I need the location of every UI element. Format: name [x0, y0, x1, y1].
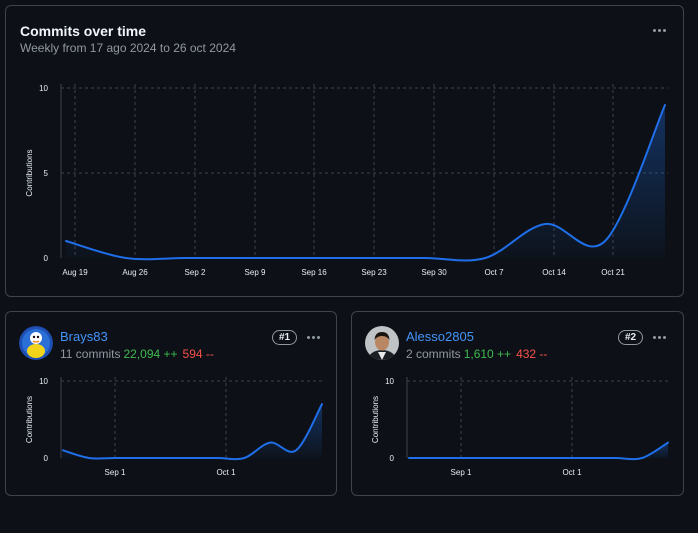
- x-tick-label: Sep 30: [421, 268, 447, 277]
- commits-over-time-panel: Commits over time Weekly from 17 ago 202…: [5, 5, 684, 297]
- y-tick-label: 0: [44, 254, 49, 263]
- contributor-card: Alesso2805 2 commits 1,610 ++ 432 -- #2 01…: [351, 311, 684, 496]
- x-tick-label: Sep 1: [451, 468, 472, 477]
- contributor-card: Brays83 11 commits 22,094 ++ 594 -- #1 0 10…: [5, 311, 337, 496]
- x-tick-label: Aug 26: [122, 268, 148, 277]
- commits-chart: 0 5 10 Aug 19 Aug 26 Sep 2 Sep 9 Sep 16 Sep 23 Se…: [25, 84, 668, 277]
- y-axis-label: Contributions: [25, 149, 34, 196]
- contributor-chart: 0 10 Sep 1 Oct 1 Contributions: [25, 377, 324, 477]
- y-tick-label: 10: [39, 84, 48, 93]
- x-tick-label: Sep 2: [185, 268, 206, 277]
- x-tick-label: Oct 21: [601, 268, 625, 277]
- x-tick-label: Sep 23: [361, 268, 387, 277]
- x-tick-label: Aug 19: [62, 268, 88, 277]
- x-tick-label: Sep 1: [105, 468, 126, 477]
- series-area: [409, 442, 668, 460]
- y-tick-label: 5: [44, 169, 49, 178]
- series-area: [66, 105, 665, 261]
- contributor-chart: 0 10 Sep 1 Oct 1 Contributions: [371, 377, 670, 477]
- x-tick-label: Sep 16: [301, 268, 327, 277]
- y-axis-label: Contributions: [371, 396, 380, 443]
- y-tick-label: 10: [385, 377, 394, 386]
- x-tick-label: Oct 14: [542, 268, 566, 277]
- x-tick-label: Oct 7: [484, 268, 504, 277]
- series-area: [63, 404, 322, 460]
- series-line: [408, 441, 669, 461]
- y-tick-label: 0: [44, 454, 49, 463]
- y-axis-label: Contributions: [25, 396, 34, 443]
- y-tick-label: 10: [39, 377, 48, 386]
- x-tick-label: Oct 1: [562, 468, 582, 477]
- y-tick-label: 0: [390, 454, 395, 463]
- x-tick-label: Sep 9: [245, 268, 266, 277]
- series-line: [65, 104, 666, 262]
- x-tick-label: Oct 1: [216, 468, 236, 477]
